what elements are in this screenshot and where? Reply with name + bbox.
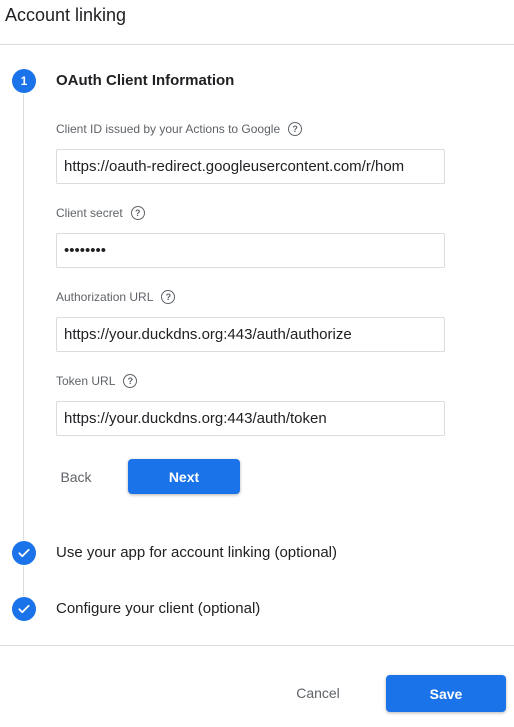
stepper-line (23, 566, 24, 596)
check-icon (18, 604, 30, 614)
token-url-label-text: Token URL (56, 374, 116, 388)
save-button[interactable]: Save (386, 675, 506, 712)
step-number-badge: 1 (12, 69, 36, 93)
next-button[interactable]: Next (128, 459, 240, 494)
header-bar: Account linking (0, 0, 514, 45)
help-icon[interactable]: ? (161, 290, 176, 304)
client-secret-label-text: Client secret (56, 206, 123, 220)
cancel-button[interactable]: Cancel (284, 676, 352, 710)
step-complete-badge (12, 597, 36, 621)
client-id-field[interactable] (56, 149, 445, 184)
step-number: 1 (20, 74, 28, 88)
client-id-label: Client ID issued by your Actions to Goog… (56, 122, 303, 136)
authorization-url-label: Authorization URL ? (56, 290, 176, 304)
authorization-url-field[interactable] (56, 317, 445, 352)
check-icon (18, 548, 30, 558)
page-title: Account linking (5, 5, 127, 25)
step-complete-badge (12, 541, 36, 565)
authorization-url-label-text: Authorization URL (56, 290, 154, 304)
step-title-configure-client[interactable]: Configure your client (optional) (56, 600, 260, 617)
stepper-line (23, 94, 24, 540)
token-url-label: Token URL ? (56, 374, 138, 388)
step-title-oauth[interactable]: OAuth Client Information (56, 72, 234, 89)
client-secret-label: Client secret ? (56, 206, 145, 220)
client-id-label-text: Client ID issued by your Actions to Goog… (56, 122, 281, 136)
help-icon[interactable]: ? (288, 122, 303, 136)
step-title-account-linking[interactable]: Use your app for account linking (option… (56, 544, 337, 561)
token-url-field[interactable] (56, 401, 445, 436)
client-secret-field[interactable] (56, 233, 445, 268)
back-button[interactable]: Back (52, 460, 100, 494)
help-icon[interactable]: ? (123, 374, 138, 388)
help-icon[interactable]: ? (130, 206, 145, 220)
